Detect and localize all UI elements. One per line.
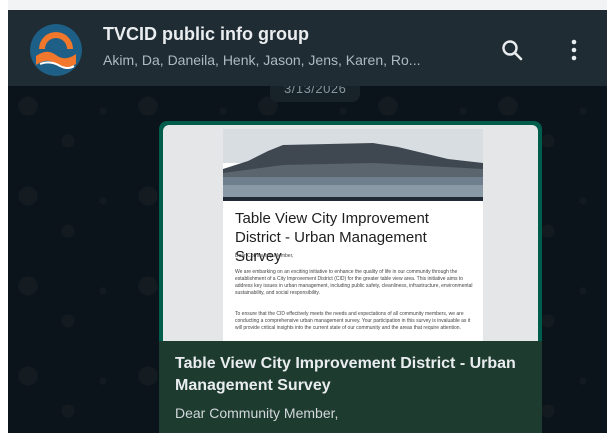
date-separator: 3/13/2026 [270,86,361,102]
chat-members[interactable]: Akim, Da, Daneila, Henk, Jason, Jens, Ka… [103,52,420,68]
table-mountain-photo [223,129,483,197]
link-description: Dear Community Member, [175,405,339,421]
chat-header[interactable]: TVCID public info group Akim, Da, Daneil… [8,0,607,86]
link-preview-image[interactable]: Table View City Improvement District - U… [163,125,538,341]
group-avatar[interactable] [30,24,82,76]
document-paragraph-1: We are embarking on an exciting initiati… [235,269,473,296]
document-preview: Table View City Improvement District - U… [223,129,483,341]
chat-area[interactable]: 3/13/2026 Table View City Improvement Di… [8,86,607,433]
message-bubble[interactable]: Table View City Improvement District - U… [159,121,542,433]
window-edge [0,0,8,433]
chat-title[interactable]: TVCID public info group [103,24,309,45]
link-title[interactable]: Table View City Improvement District - U… [175,353,530,397]
more-vertical-icon[interactable] [560,36,588,64]
search-icon[interactable] [498,36,526,64]
document-divider [223,197,483,201]
link-preview-text[interactable]: Table View City Improvement District - U… [159,341,542,433]
document-paragraph-2: To ensure that the CID effectively meets… [235,311,471,331]
document-greeting: Dear Community Member, [235,253,294,259]
